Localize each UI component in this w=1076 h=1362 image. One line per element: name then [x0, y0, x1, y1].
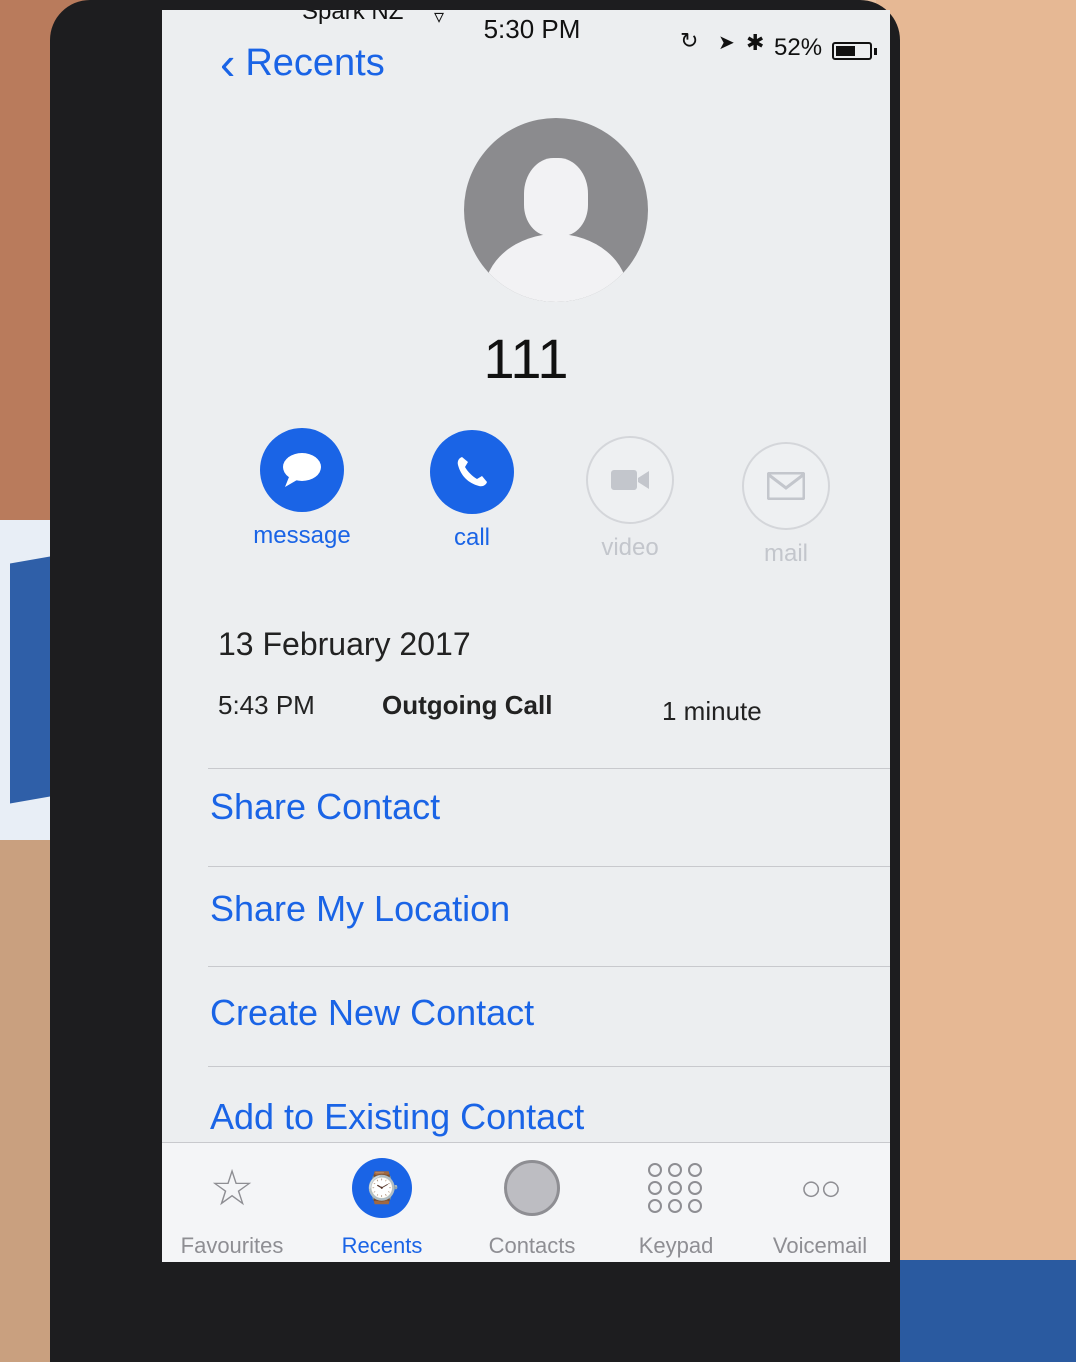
divider [208, 866, 890, 867]
avatar-shoulders [484, 234, 628, 302]
call-log-date: 13 February 2017 [218, 626, 471, 662]
carrier-label: Spark NZ [302, 10, 404, 25]
call-log-duration: 1 minute [662, 696, 762, 726]
contact-avatar [464, 118, 648, 302]
keypad-icon [648, 1163, 704, 1213]
tab-contacts[interactable]: Contacts [462, 1153, 602, 1259]
message-button[interactable]: message [232, 428, 372, 550]
divider [208, 768, 890, 769]
message-label: message [253, 522, 351, 549]
mail-label: mail [763, 540, 808, 567]
tab-recents[interactable]: ⌚ Recents [312, 1153, 452, 1259]
status-time: 5:30 PM [483, 14, 581, 44]
background-paper-stripe [10, 556, 50, 804]
tab-bar: ☆ Favourites ⌚ Recents Contacts Keypad ○… [162, 1142, 890, 1262]
tab-label: Recents [341, 1233, 423, 1258]
call-button[interactable]: call [402, 430, 542, 552]
call-log-type: Outgoing Call [382, 690, 553, 720]
video-camera-icon [586, 436, 674, 524]
envelope-icon [742, 442, 830, 530]
chevron-left-icon: ‹ [220, 37, 236, 89]
tab-keypad[interactable]: Keypad [606, 1153, 746, 1259]
share-contact-button[interactable]: Share Contact [210, 786, 440, 828]
call-label: call [453, 524, 490, 551]
create-new-contact-button[interactable]: Create New Contact [210, 992, 534, 1034]
video-label: video [601, 534, 659, 561]
back-button[interactable]: ‹ Recents [220, 40, 385, 86]
voicemail-icon: ○○ [800, 1167, 841, 1208]
clock-icon: ⌚ [352, 1158, 412, 1218]
tab-favourites[interactable]: ☆ Favourites [162, 1153, 302, 1259]
phone-body: Spark NZ ▿ 5:30 PM ↻ ➤ ✱ 52% ‹ Recents 1… [50, 0, 900, 1362]
phone-icon [430, 430, 514, 514]
contact-name: 111 [483, 327, 569, 390]
avatar-head [524, 158, 588, 236]
star-icon: ☆ [209, 1160, 255, 1216]
battery-tip [874, 48, 877, 55]
tab-label: Keypad [638, 1233, 714, 1258]
add-to-existing-contact-button[interactable]: Add to Existing Contact [210, 1096, 584, 1138]
call-log-time: 5:43 PM [218, 690, 315, 720]
share-location-button[interactable]: Share My Location [210, 888, 510, 930]
mail-button[interactable]: mail [716, 442, 856, 568]
battery-percentage: 52% [774, 34, 823, 61]
background-hand-right [876, 0, 1076, 1362]
message-bubble-icon [260, 428, 344, 512]
battery-icon [832, 42, 872, 60]
location-arrow-icon: ➤ [718, 32, 735, 54]
person-icon [504, 1160, 560, 1216]
bluetooth-icon: ✱ [746, 30, 765, 55]
tab-label: Voicemail [772, 1233, 868, 1258]
background-blue-object [896, 1260, 1076, 1362]
phone-screen: Spark NZ ▿ 5:30 PM ↻ ➤ ✱ 52% ‹ Recents 1… [162, 10, 890, 1262]
wifi-icon: ▿ [434, 10, 445, 28]
divider [208, 966, 890, 967]
tab-label: Favourites [180, 1233, 284, 1258]
back-button-label: Recents [245, 41, 385, 84]
video-button[interactable]: video [560, 436, 700, 562]
tab-voicemail[interactable]: ○○ Voicemail [750, 1153, 890, 1259]
rotation-lock-icon: ↻ [680, 28, 699, 53]
tab-label: Contacts [488, 1233, 576, 1258]
divider [208, 1066, 890, 1067]
